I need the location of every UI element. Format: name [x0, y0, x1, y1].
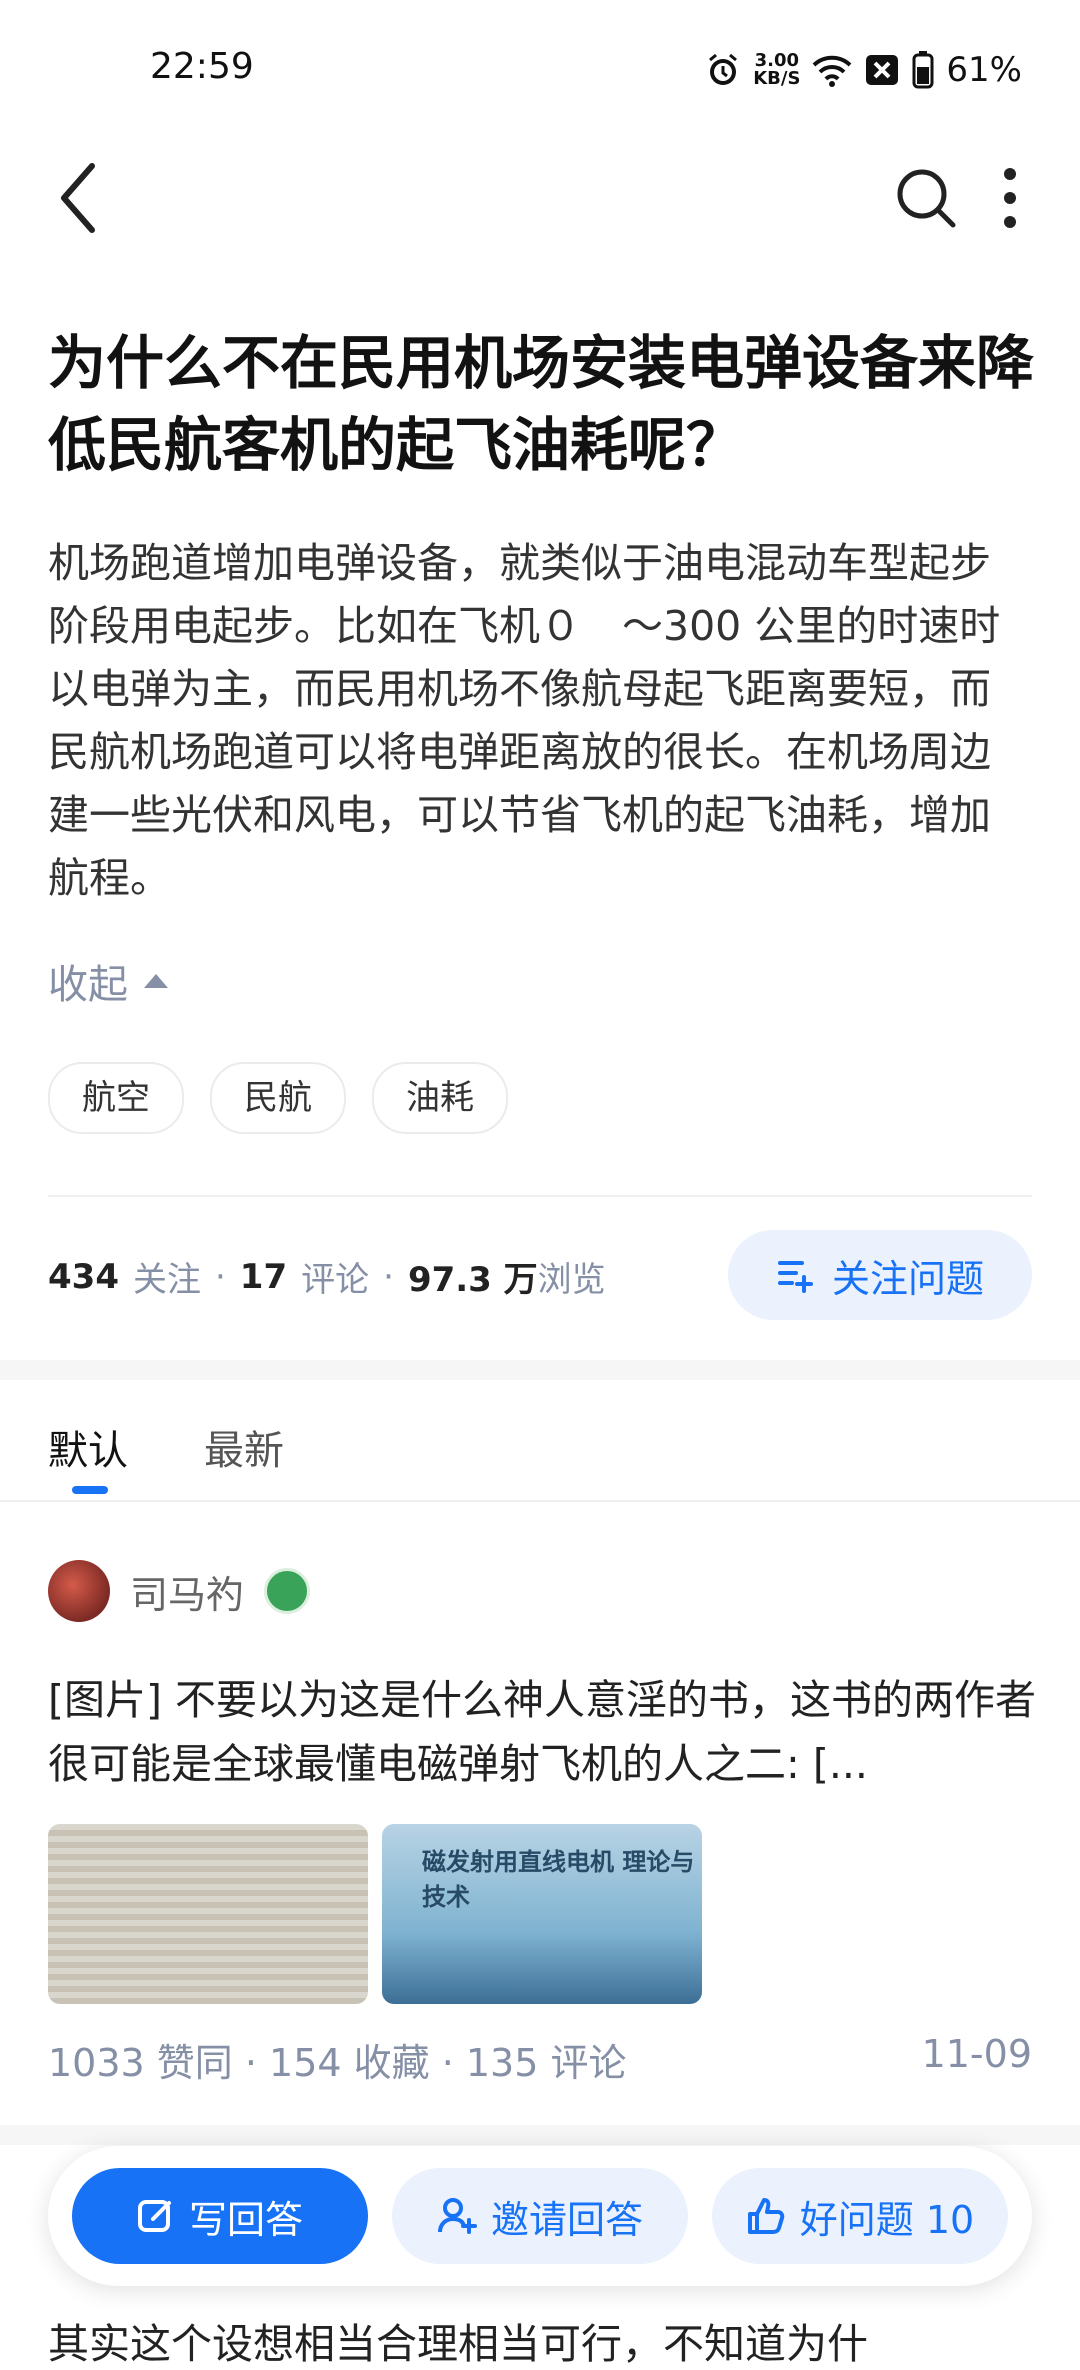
- section-separator: [0, 1360, 1080, 1380]
- section-separator: [0, 2125, 1080, 2145]
- badge-icon: [264, 1568, 311, 1614]
- write-answer-button[interactable]: 写回答: [72, 2168, 368, 2264]
- book-cover-text: 磁发射用直线电机 理论与技术: [422, 1848, 695, 1911]
- bottom-action-bar: 写回答 邀请回答 好问题 10: [48, 2146, 1032, 2286]
- sim-off-icon: [866, 55, 899, 85]
- caret-up-icon: [144, 974, 168, 988]
- tag-aviation[interactable]: 航空: [48, 1062, 184, 1134]
- add-list-icon: [777, 1261, 813, 1293]
- follow-count: 434: [48, 1256, 119, 1297]
- status-time: 22:59: [150, 46, 254, 87]
- answer-image-book-page[interactable]: [48, 1824, 368, 2004]
- follow-label: 关注: [132, 1260, 201, 1300]
- answer-images: 磁发射用直线电机 理论与技术: [48, 1824, 702, 2004]
- avatar[interactable]: [48, 1560, 110, 1622]
- invite-answer-button[interactable]: 邀请回答: [392, 2168, 688, 2264]
- invite-answer-label: 邀请回答: [490, 2197, 643, 2242]
- network-speed: 3.00 KB/S: [753, 50, 801, 89]
- top-toolbar: [0, 150, 1080, 270]
- question-stats: 434 关注 · 17 评论 · 97.3 万 浏览: [48, 1252, 606, 1301]
- tag-civil-aviation[interactable]: 民航: [210, 1062, 346, 1134]
- status-icons: 3.00 KB/S 61%: [705, 48, 1022, 92]
- view-count: 97.3 万: [407, 1260, 538, 1300]
- search-icon[interactable]: [892, 164, 960, 232]
- wifi-icon: [813, 55, 852, 87]
- back-icon[interactable]: [50, 158, 110, 238]
- alarm-icon: [709, 53, 738, 85]
- author-name[interactable]: 司马礿: [130, 1564, 244, 1619]
- collapse-button[interactable]: 收起: [48, 952, 168, 1010]
- thumbs-up-icon: [747, 2198, 785, 2234]
- more-icon[interactable]: [990, 164, 1030, 232]
- battery-icon: [912, 51, 934, 89]
- write-answer-label: 写回答: [188, 2197, 303, 2242]
- follow-question-button[interactable]: 关注问题: [728, 1230, 1032, 1320]
- tab-latest[interactable]: 最新: [204, 1418, 284, 1476]
- comment-label[interactable]: 评论: [301, 1252, 369, 1301]
- question-description: 机场跑道增加电弹设备，就类似于油电混动车型起步阶段用电起步。比如在飞机０ ～30…: [48, 539, 1001, 902]
- topic-tags: 航空 民航 油耗: [48, 1062, 508, 1134]
- answer-sort-tabs: 默认 最新: [0, 1380, 1080, 1500]
- view-label: 浏览: [537, 1260, 606, 1300]
- edit-icon: [137, 2200, 171, 2232]
- answer-date: 11-09: [921, 2032, 1032, 2076]
- answer-meta: 1033 赞同 · 154 收藏 · 135 评论: [48, 2041, 627, 2085]
- follow-question-label: 关注问题: [831, 1256, 984, 1301]
- answer-image-book-cover[interactable]: 磁发射用直线电机 理论与技术: [382, 1824, 702, 2004]
- tag-fuel-consumption[interactable]: 油耗: [372, 1062, 508, 1134]
- answer-author[interactable]: 司马礿: [48, 1560, 311, 1622]
- collapse-label: 收起: [48, 962, 128, 1008]
- divider: [48, 1195, 1032, 1197]
- battery-percent: 61%: [946, 50, 1022, 90]
- add-user-icon: [437, 2198, 477, 2234]
- tab-default[interactable]: 默认: [48, 1418, 128, 1476]
- question-title: 为什么不在民用机场安装电弹设备来降低民航客机的起飞油耗呢？: [48, 329, 1035, 479]
- next-answer-excerpt[interactable]: 其实这个设想相当合理相当可行，不知道为什: [48, 2310, 868, 2370]
- answer-excerpt[interactable]: [图片] 不要以为这是什么神人意淫的书，这书的两作者很可能是全球最懂电磁弹射飞机…: [48, 1668, 1038, 1796]
- comment-count: 17: [239, 1256, 288, 1297]
- tabs-divider: [0, 1500, 1080, 1502]
- good-question-label: 好问题 10: [799, 2197, 975, 2242]
- status-bar: 22:59 3.00 KB/S 61%: [0, 0, 1080, 140]
- good-question-button[interactable]: 好问题 10: [712, 2168, 1008, 2264]
- active-tab-indicator: [72, 1486, 108, 1494]
